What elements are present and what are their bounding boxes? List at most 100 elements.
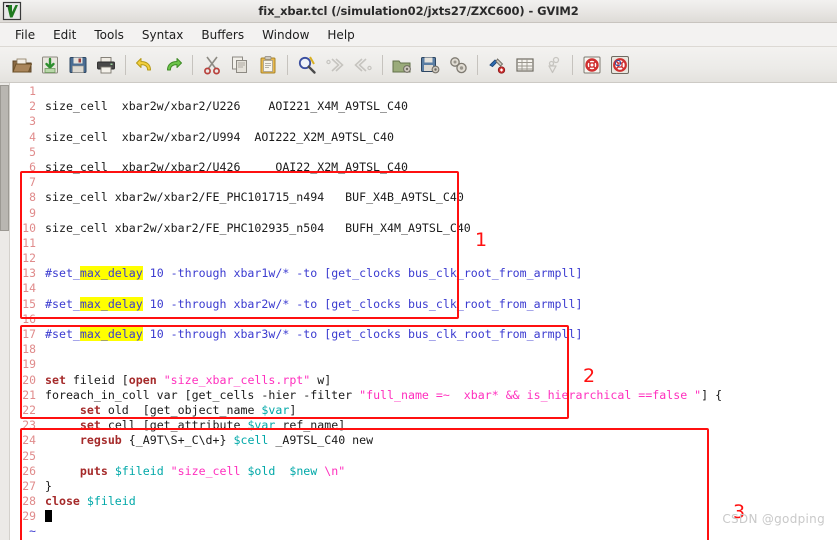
code-line[interactable]: 14 (10, 281, 837, 296)
code-line[interactable]: 21foreach_in_coll var [get_cells -hier -… (10, 388, 837, 403)
paste-clipboard-icon[interactable] (254, 51, 282, 79)
code-line[interactable]: 13#set_max_delay 10 -through xbar1w/* -t… (10, 266, 837, 281)
line-number: 10 (10, 221, 40, 236)
code-line[interactable]: 17 #set_max_delay 10 -through xbar3w/* -t… (10, 327, 837, 342)
code-token (45, 403, 80, 417)
menu-item-syntax[interactable]: Syntax (133, 26, 192, 44)
code-line[interactable]: 16 (10, 312, 837, 327)
code-token (80, 494, 87, 508)
code-line[interactable]: 4size_cell xbar2w/xbar2/U994 AOI222_X2M_… (10, 130, 837, 145)
find-search-icon[interactable] (293, 51, 321, 79)
code-line[interactable]: 1 (10, 84, 837, 99)
code-token: size_cell xbar2w/xbar2/FE_PHC102935_n504… (45, 221, 471, 235)
code-line[interactable]: 11 (10, 236, 837, 251)
menu-item-file[interactable]: File (6, 26, 44, 44)
code-line[interactable]: 2size_cell xbar2w/xbar2/U226 AOI221_X4M_… (10, 99, 837, 114)
save-floppy-icon[interactable] (64, 51, 92, 79)
code-line[interactable]: 18 (10, 342, 837, 357)
separator-1 (125, 55, 126, 75)
line-number: 17 (10, 327, 40, 342)
code-line[interactable]: 26 puts $fileid "size_cell $old $new \n" (10, 464, 837, 479)
save-download-icon[interactable] (36, 51, 64, 79)
code-line[interactable]: 7 (10, 175, 837, 190)
code-token: ] { (701, 388, 722, 402)
code-text-area[interactable]: 12size_cell xbar2w/xbar2/U226 AOI221_X4M… (10, 83, 837, 540)
code-line[interactable]: 19 (10, 357, 837, 372)
code-line[interactable]: 22 set old [get_object_name $var] (10, 403, 837, 418)
code-token: set (80, 418, 101, 432)
find-prev-icon (349, 51, 377, 79)
code-line[interactable]: 6size_cell xbar2w/xbar2/U426 OAI22_X2M_A… (10, 160, 837, 175)
menu-item-help[interactable]: Help (318, 26, 363, 44)
code-token: 10 -through xbar3w/* -to [get_clocks bus… (143, 327, 583, 341)
code-line[interactable]: 20set fileid [open "size_xbar_cells.rpt"… (10, 373, 837, 388)
shell-grid-icon[interactable] (511, 51, 539, 79)
save-session-icon[interactable] (416, 51, 444, 79)
redo-icon[interactable] (159, 51, 187, 79)
code-token: $old (247, 464, 275, 478)
code-line[interactable]: 15#set_max_delay 10 -through xbar2w/* -t… (10, 297, 837, 312)
make-build-icon[interactable] (483, 51, 511, 79)
tilde-marker: ~ (10, 524, 40, 539)
line-number: 29 (10, 509, 40, 524)
text-cursor (45, 510, 52, 522)
code-token: $cell (233, 433, 268, 447)
cut-scissors-icon[interactable] (198, 51, 226, 79)
empty-buffer-row: ~ (10, 524, 837, 539)
menubar: File Edit Tools Syntax Buffers Window He… (0, 23, 837, 47)
code-token: 10 -through xbar2w/* -to [get_clocks bus… (143, 297, 583, 311)
scrollbar-thumb[interactable] (0, 85, 9, 231)
copy-icon[interactable] (226, 51, 254, 79)
run-script-icon[interactable] (444, 51, 472, 79)
code-token: #set_ (45, 266, 80, 280)
code-line[interactable]: 23 set cell [get_attribute $var ref_name… (10, 418, 837, 433)
code-line[interactable]: 24 regsub {_A9T\S+_C\d+} $cell _A9TSL_C4… (10, 433, 837, 448)
window-title: fix_xbar.tcl (/simulation02/jxts27/ZXC60… (0, 4, 837, 18)
code-line[interactable]: 9 (10, 206, 837, 221)
code-token (164, 464, 171, 478)
code-token: old [get_object_name (101, 403, 262, 417)
code-token: \n" (317, 464, 345, 478)
window-titlebar: fix_xbar.tcl (/simulation02/jxts27/ZXC60… (0, 0, 837, 23)
line-number: 5 (10, 145, 40, 160)
open-folder-icon[interactable] (8, 51, 36, 79)
line-number: 6 (10, 160, 40, 175)
line-number: 15 (10, 297, 40, 312)
code-token: ] (289, 403, 296, 417)
code-token: "size_xbar_cells.rpt" (164, 373, 311, 387)
code-token: #set_ (45, 327, 80, 341)
vertical-scrollbar[interactable] (0, 83, 10, 540)
code-token: 10 -through xbar1w/* -to [get_clocks bus… (143, 266, 583, 280)
code-line[interactable]: 8size_cell xbar2w/xbar2/FE_PHC101715_n49… (10, 190, 837, 205)
code-token: close (45, 494, 80, 508)
find-help-icon[interactable] (606, 51, 634, 79)
line-text: set old [get_object_name $var] (40, 403, 837, 418)
code-line[interactable]: 28close $fileid (10, 494, 837, 509)
menu-item-window[interactable]: Window (253, 26, 318, 44)
line-number: 8 (10, 190, 40, 205)
help-lifebuoy-icon[interactable] (578, 51, 606, 79)
load-session-icon[interactable] (388, 51, 416, 79)
line-number: 14 (10, 281, 40, 296)
line-number: 12 (10, 251, 40, 266)
code-token (157, 373, 164, 387)
menu-item-edit[interactable]: Edit (44, 26, 85, 44)
code-line[interactable]: 27} (10, 479, 837, 494)
menu-item-tools[interactable]: Tools (85, 26, 133, 44)
make-tags-icon (539, 51, 567, 79)
undo-icon[interactable] (131, 51, 159, 79)
menu-item-buffers[interactable]: Buffers (192, 26, 253, 44)
line-number: 27 (10, 479, 40, 494)
code-line[interactable]: 5 (10, 145, 837, 160)
code-line[interactable]: 29 (10, 509, 837, 524)
highlighted-token: max_delay (80, 327, 143, 341)
print-icon[interactable] (92, 51, 120, 79)
line-number: 9 (10, 206, 40, 221)
code-line[interactable]: 25 (10, 449, 837, 464)
line-number: 23 (10, 418, 40, 433)
code-line[interactable]: 12 (10, 251, 837, 266)
code-line[interactable]: 10 size_cell xbar2w/xbar2/FE_PHC102935_n5… (10, 221, 837, 236)
code-token (45, 418, 80, 432)
code-line[interactable]: 3 (10, 114, 837, 129)
code-token: w] (310, 373, 331, 387)
